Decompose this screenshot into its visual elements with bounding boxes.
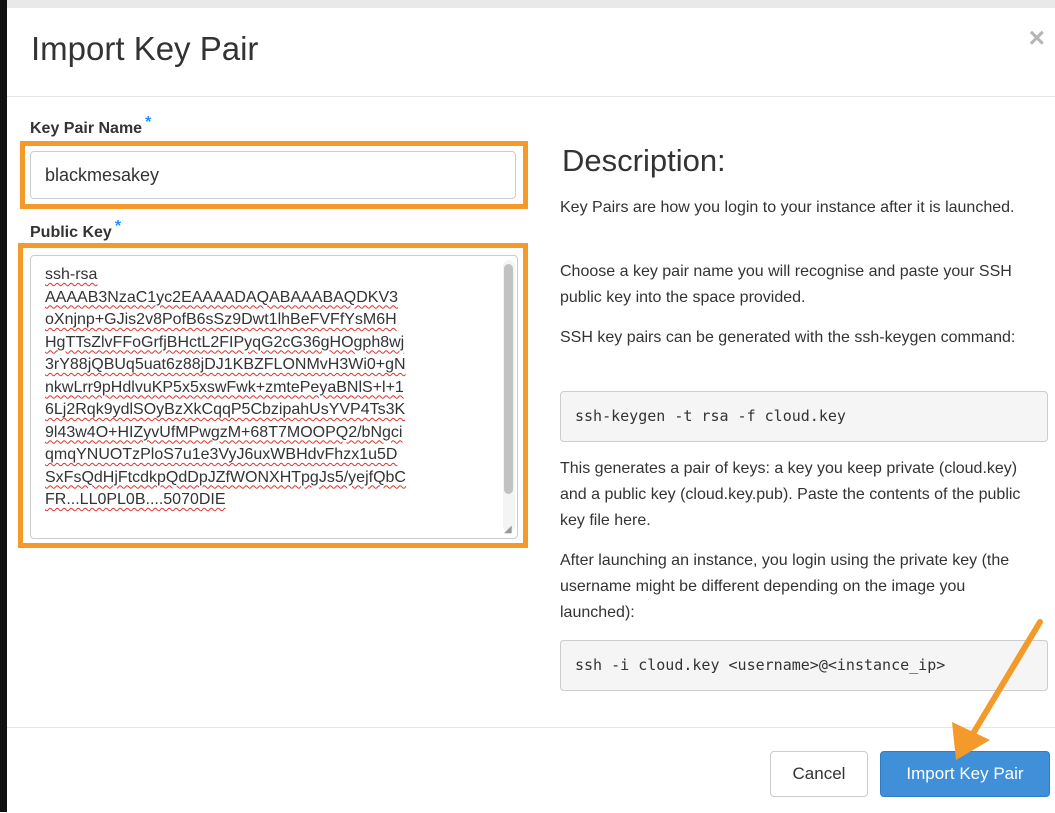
window-edge: [0, 0, 7, 812]
resize-grip-icon[interactable]: ◢: [504, 525, 514, 535]
close-icon[interactable]: ×: [1029, 24, 1045, 52]
description-paragraph-3: SSH key pairs can be generated with the …: [560, 329, 1016, 346]
public-key-line: nkwLrr9pHdlvuKP5x5xswFwk+zmtePeyaBNlS+l+…: [45, 378, 404, 396]
required-marker: *: [145, 114, 152, 131]
public-key-line: 9l43w4O+HIZyvUfMPwgzM+68T7MOOPQ2/bNgci: [45, 423, 403, 441]
import-key-pair-button[interactable]: Import Key Pair: [880, 751, 1050, 797]
dialog-header: Import Key Pair ×: [7, 8, 1055, 97]
public-key-textarea[interactable]: ssh-rsa AAAAB3NzaC1yc2EAAAADAQABAAABAQDKV…: [30, 255, 518, 539]
key-pair-name-input[interactable]: [30, 151, 516, 199]
public-key-line: oXnjnp+GJis2v8PofB6sSz9Dwt1lhBeFVFfYsM6H: [45, 311, 397, 328]
public-key-text[interactable]: ssh-rsa AAAAB3NzaC1yc2EAAAADAQABAAABAQDKV…: [31, 256, 501, 538]
backdrop-strip: [7, 0, 1055, 8]
public-key-line: ssh-rsa: [45, 266, 98, 283]
public-key-line: 3rY88jQBUq5uat6z88jDJ1KBZFLONMvH3Wi0+gN: [45, 356, 406, 373]
public-key-line: qmqYNUOTzPloS7u1e3VyJ6uxWBHdvFhzx1u5D: [45, 446, 398, 463]
dialog-footer: Cancel Import Key Pair: [7, 727, 1055, 813]
public-key-label-text: Public Key: [30, 224, 112, 241]
key-pair-name-label-text: Key Pair Name: [30, 120, 143, 137]
public-key-line: 6Lj2Rqk9ydlSOyBzXkCqqP5CbzipahUsYVP4Ts3K: [45, 401, 406, 418]
description-paragraph-1: Key Pairs are how you login to your inst…: [560, 199, 1015, 216]
description-paragraph-4: This generates a pair of keys: a key you…: [560, 460, 1021, 529]
public-key-line: AAAAB3NzaC1yc2EAAAADAQABAAABAQDKV3: [45, 288, 399, 306]
keygen-command-code: ssh-keygen -t rsa -f cloud.key: [560, 391, 1048, 442]
required-marker: *: [114, 218, 122, 235]
dialog-title: Import Key Pair: [31, 30, 259, 67]
key-pair-name-label: Key Pair Name *: [30, 114, 151, 138]
import-key-pair-dialog: Import Key Pair × Key Pair Name* Public …: [0, 0, 1055, 812]
cancel-button[interactable]: Cancel: [770, 751, 868, 797]
textarea-scrollbar-thumb[interactable]: [504, 264, 513, 494]
description-heading: Description:: [562, 143, 726, 178]
description-paragraph-5: After launching an instance, you login u…: [560, 552, 1010, 621]
public-key-line: HgTTsZlvFFoGrfjBHctL2FIPyqG2cG36gHOgph8w…: [45, 333, 405, 351]
public-key-line: FR...LL0PL0B....5070DIE: [45, 491, 226, 508]
description-paragraph-2: Choose a key pair name you will recognis…: [560, 263, 1012, 306]
ssh-command-code: ssh -i cloud.key <username>@<instance_ip…: [560, 640, 1048, 691]
public-key-label: Public Key *: [30, 218, 121, 242]
public-key-line: SxFsQdHjFtcdkpQdDpJZfWONXHTpgJs5/yejfQbC: [45, 468, 406, 486]
